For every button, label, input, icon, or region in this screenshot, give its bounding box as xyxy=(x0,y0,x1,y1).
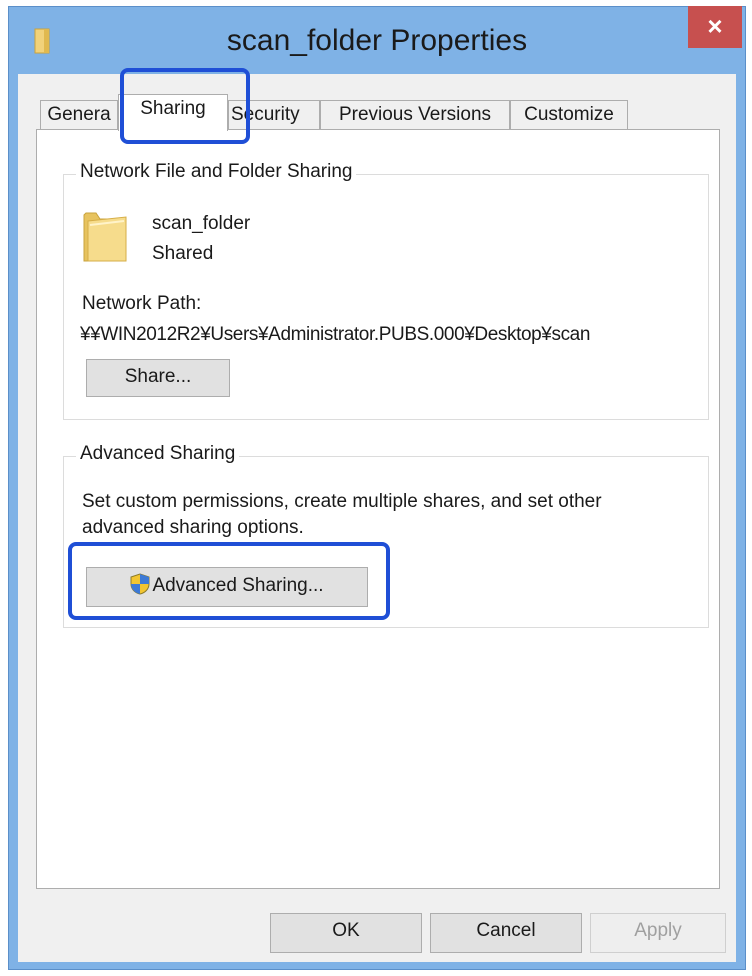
apply-button[interactable]: Apply xyxy=(590,913,726,953)
tab-customize[interactable]: Customize xyxy=(510,100,628,130)
advanced-sharing-highlight xyxy=(68,542,390,620)
ok-button[interactable]: OK xyxy=(270,913,422,953)
folder-name: scan_folder xyxy=(152,213,251,234)
advanced-sharing-title: Advanced Sharing xyxy=(76,443,240,465)
client-area: Genera Sharing Security Previous Version… xyxy=(18,74,736,962)
tab-previous-versions[interactable]: Previous Versions xyxy=(320,100,510,130)
tab-general[interactable]: Genera xyxy=(40,100,118,130)
close-button[interactable]: × xyxy=(688,6,742,48)
network-path-label: Network Path: xyxy=(82,293,202,314)
network-path-value: ¥¥WIN2012R2¥Users¥Administrator.PUBS.000… xyxy=(80,324,591,345)
window-title: scan_folder Properties xyxy=(226,24,528,57)
shared-folder-icon xyxy=(83,212,127,262)
sharing-panel: Network File and Folder Sharing scan_fol… xyxy=(36,129,720,889)
title-bar[interactable]: scan_folder Properties × xyxy=(8,6,746,72)
advanced-sharing-description-line2: advanced sharing options. xyxy=(82,517,304,538)
share-button[interactable]: Share... xyxy=(86,359,230,397)
network-sharing-group: Network File and Folder Sharing scan_fol… xyxy=(63,161,709,420)
network-sharing-title: Network File and Folder Sharing xyxy=(76,161,357,183)
share-status: Shared xyxy=(152,243,214,264)
sharing-tab-highlight xyxy=(120,68,250,144)
cancel-button[interactable]: Cancel xyxy=(430,913,582,953)
properties-window: scan_folder Properties × Genera Sharing … xyxy=(8,6,746,970)
advanced-sharing-description-line1: Set custom permissions, create multiple … xyxy=(82,491,602,512)
